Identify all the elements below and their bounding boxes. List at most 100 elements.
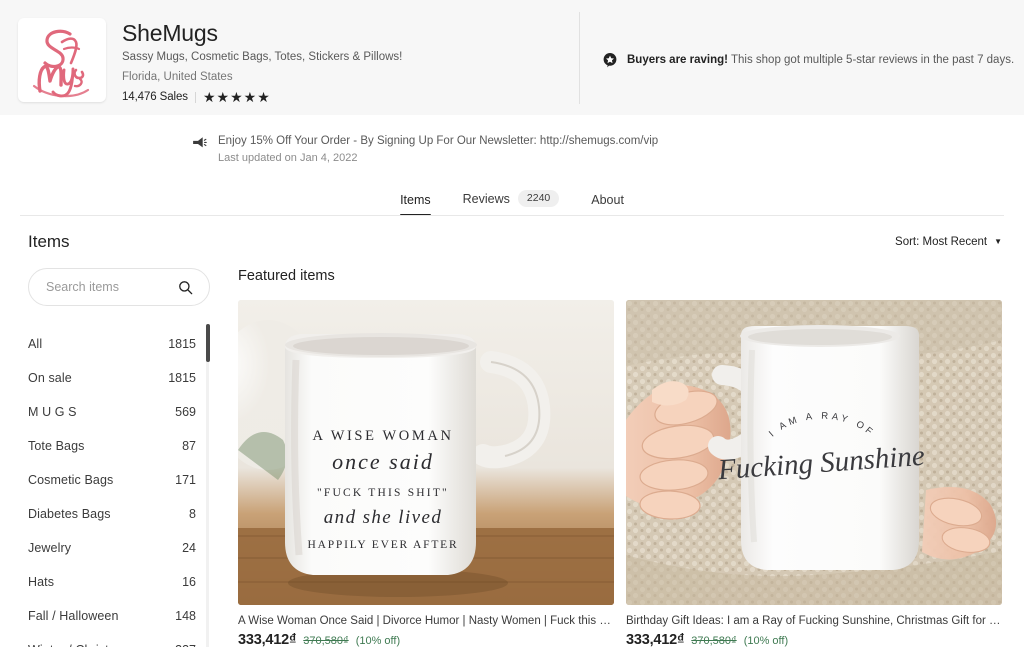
product-original-price: 370,580₫: [691, 635, 737, 647]
category-item-hats[interactable]: Hats 16: [28, 565, 210, 599]
announcement-body: Enjoy 15% Off Your Order - By Signing Up…: [218, 133, 658, 166]
shop-location: Florida, United States: [122, 71, 233, 83]
shop-announcement: Enjoy 15% Off Your Order - By Signing Up…: [0, 115, 1024, 166]
buyers-raving-text: Buyers are raving! This shop got multipl…: [627, 52, 1014, 68]
category-label: Cosmetic Bags: [28, 473, 114, 487]
star-icon: ★: [216, 89, 230, 105]
buyers-raving-headline: Buyers are raving!: [627, 54, 728, 66]
category-sidebar: All 1815 On sale 1815 M U G S 569 Tote B…: [28, 268, 210, 647]
svg-text:A WISE WOMAN: A WISE WOMAN: [312, 428, 453, 444]
product-title: A Wise Woman Once Said | Divorce Humor |…: [238, 615, 614, 627]
category-label: Jewelry: [28, 541, 72, 555]
tab-items-label: Items: [400, 193, 431, 207]
tab-reviews-badge: 2240: [517, 190, 560, 207]
megaphone-icon: [193, 137, 207, 148]
category-item-cosmetic-bags[interactable]: Cosmetic Bags 171: [28, 463, 210, 497]
product-discount: (10% off): [743, 635, 789, 647]
category-label: Hats: [28, 575, 55, 589]
category-count: 1815: [168, 337, 196, 351]
svg-text:"FUCK THIS SHIT": "FUCK THIS SHIT": [317, 487, 449, 499]
product-image[interactable]: I AM A RAY OF Fucking Sunshine: [626, 300, 1002, 605]
category-count: 24: [182, 541, 196, 555]
product-price: 333,412₫: [626, 632, 685, 647]
shop-tabs: Items Reviews 2240 About: [0, 184, 1024, 216]
category-count: 337: [175, 643, 196, 647]
product-discount: (10% off): [355, 635, 401, 647]
category-label: M U G S: [28, 405, 77, 419]
star-icon: ★: [243, 89, 257, 105]
shop-identity: SheMugs Sassy Mugs, Cosmetic Bags, Totes…: [0, 18, 560, 104]
category-label: Winter / Christmas: [28, 643, 133, 647]
search-icon[interactable]: [178, 280, 193, 295]
category-count: 16: [182, 575, 196, 589]
rating-stars: ★ ★ ★ ★ ★: [203, 90, 270, 104]
category-count: 148: [175, 609, 196, 623]
star-icon: ★: [202, 89, 216, 105]
category-item-jewelry[interactable]: Jewelry 24: [28, 531, 210, 565]
category-item-diabetes-bags[interactable]: Diabetes Bags 8: [28, 497, 210, 531]
category-count: 171: [175, 473, 196, 487]
category-label: All: [28, 337, 43, 351]
sidebar-scrollbar-thumb[interactable]: [206, 324, 210, 362]
shop-sales-row: 14,476 Sales ★ ★ ★ ★ ★: [122, 90, 402, 104]
announcement-updated: Last updated on Jan 4, 2022: [218, 152, 358, 164]
sidebar-scrollbar-track[interactable]: [206, 324, 209, 647]
tab-items[interactable]: Items: [400, 193, 431, 216]
product-card[interactable]: A WISE WOMAN once said "FUCK THIS SHIT" …: [238, 300, 614, 647]
mug-ray-of-sunshine-photo: I AM A RAY OF Fucking Sunshine: [626, 300, 1002, 605]
shop-logo[interactable]: [18, 18, 106, 102]
announcement-message: Enjoy 15% Off Your Order - By Signing Up…: [218, 135, 659, 147]
tab-reviews[interactable]: Reviews 2240: [463, 190, 560, 216]
category-count: 1815: [168, 371, 196, 385]
category-item-fall-halloween[interactable]: Fall / Halloween 148: [28, 599, 210, 633]
search-input[interactable]: [46, 280, 171, 294]
category-label: Fall / Halloween: [28, 609, 119, 623]
svg-text:once said: once said: [332, 449, 434, 474]
items-toolbar: Items Sort: Most Recent ▼: [0, 216, 1024, 252]
shemugs-logo-icon: [32, 29, 90, 98]
star-badge-icon: [603, 53, 617, 68]
sales-divider: [194, 91, 196, 103]
chevron-down-icon: ▼: [994, 237, 1002, 246]
header-vertical-divider: [579, 12, 580, 104]
category-item-tote-bags[interactable]: Tote Bags 87: [28, 429, 210, 463]
product-card[interactable]: I AM A RAY OF Fucking Sunshine Birthday …: [626, 300, 1002, 647]
shop-header: SheMugs Sassy Mugs, Cosmetic Bags, Totes…: [0, 0, 1024, 115]
featured-items-grid: A WISE WOMAN once said "FUCK THIS SHIT" …: [238, 300, 1002, 647]
buyers-raving-detail: This shop got multiple 5-star reviews in…: [728, 54, 1015, 66]
tab-about[interactable]: About: [591, 193, 624, 216]
category-count: 569: [175, 405, 196, 419]
featured-items-heading: Featured items: [238, 268, 335, 284]
shop-content: All 1815 On sale 1815 M U G S 569 Tote B…: [0, 268, 1024, 647]
product-price-row: 333,412₫ 370,580₫ (10% off): [238, 632, 614, 647]
shop-meta: SheMugs Sassy Mugs, Cosmetic Bags, Totes…: [106, 18, 402, 104]
category-item-on-sale[interactable]: On sale 1815: [28, 361, 210, 395]
star-icon: ★: [230, 89, 243, 105]
page-title: Items: [28, 232, 70, 251]
category-count: 8: [189, 507, 196, 521]
product-original-price: 370,580₫: [303, 635, 349, 647]
sort-dropdown-label: Sort: Most Recent: [895, 236, 988, 248]
shop-name: SheMugs: [122, 20, 218, 46]
svg-text:and she lived: and she lived: [324, 507, 442, 528]
category-item-all[interactable]: All 1815: [28, 327, 210, 361]
product-image[interactable]: A WISE WOMAN once said "FUCK THIS SHIT" …: [238, 300, 614, 605]
mug-wise-woman-photo: A WISE WOMAN once said "FUCK THIS SHIT" …: [238, 300, 614, 605]
featured-items-section: Featured items A WISE WOMAN once said "F…: [210, 268, 1024, 647]
product-price: 333,412₫: [238, 632, 297, 647]
category-label: On sale: [28, 371, 72, 385]
buyers-raving-banner: Buyers are raving! This shop got multipl…: [602, 52, 1014, 68]
product-price-row: 333,412₫ 370,580₫ (10% off): [626, 632, 1002, 647]
product-title: Birthday Gift Ideas: I am a Ray of Fucki…: [626, 615, 1002, 627]
shop-tagline: Sassy Mugs, Cosmetic Bags, Totes, Sticke…: [122, 51, 403, 63]
shop-sales-count: 14,476 Sales: [122, 91, 188, 103]
category-item-winter-christmas[interactable]: Winter / Christmas 337: [28, 633, 210, 647]
category-label: Diabetes Bags: [28, 507, 111, 521]
star-icon: ★: [257, 89, 270, 105]
sort-dropdown[interactable]: Sort: Most Recent ▼: [895, 236, 1002, 248]
svg-text:HAPPILY EVER AFTER: HAPPILY EVER AFTER: [308, 539, 459, 551]
category-item-mugs[interactable]: M U G S 569: [28, 395, 210, 429]
search-items-box[interactable]: [28, 268, 210, 306]
tab-about-label: About: [591, 193, 624, 207]
category-list: All 1815 On sale 1815 M U G S 569 Tote B…: [28, 327, 210, 647]
